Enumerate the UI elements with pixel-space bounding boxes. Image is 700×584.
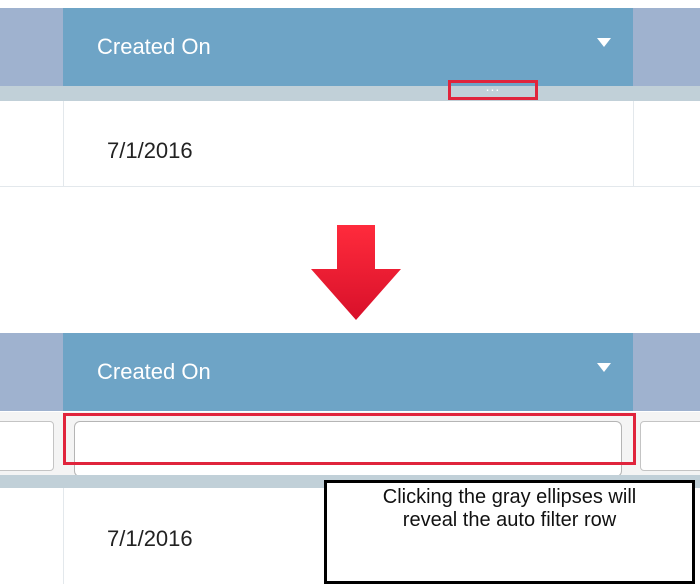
filter-input-left[interactable] (0, 421, 54, 471)
filter-input-right[interactable] (640, 421, 700, 471)
column-header-right[interactable] (633, 8, 700, 86)
cell-created-on: 7/1/2016 (107, 526, 193, 551)
arrow-down-icon (311, 225, 401, 320)
column-header-created-on[interactable]: Created On (63, 8, 633, 86)
column-divider (633, 101, 634, 187)
cell-created-on: 7/1/2016 (107, 138, 193, 163)
column-header-left[interactable] (0, 333, 63, 411)
ellipsis-label: ... (485, 78, 501, 94)
column-header-label: Created On (97, 34, 211, 59)
filter-highlight-box (63, 413, 636, 465)
annotation-line: reveal the auto filter row (402, 509, 617, 531)
annotation-line: Clicking the gray ellipses will (382, 486, 637, 508)
column-header-left[interactable] (0, 8, 63, 86)
column-header-right[interactable] (633, 333, 700, 411)
grid-before: Created On 7/1/2016 (0, 8, 700, 188)
annotation-callout: Clicking the gray ellipses will reveal t… (324, 480, 695, 584)
chevron-down-icon[interactable] (597, 38, 611, 47)
column-header-label: Created On (97, 359, 211, 384)
ellipsis-button[interactable]: ... (448, 78, 538, 100)
table-row[interactable]: 7/1/2016 (64, 101, 633, 186)
row-divider (0, 186, 700, 187)
column-header-created-on[interactable]: Created On (63, 333, 633, 411)
chevron-down-icon[interactable] (597, 363, 611, 372)
filter-toggle-strip[interactable] (0, 86, 700, 101)
